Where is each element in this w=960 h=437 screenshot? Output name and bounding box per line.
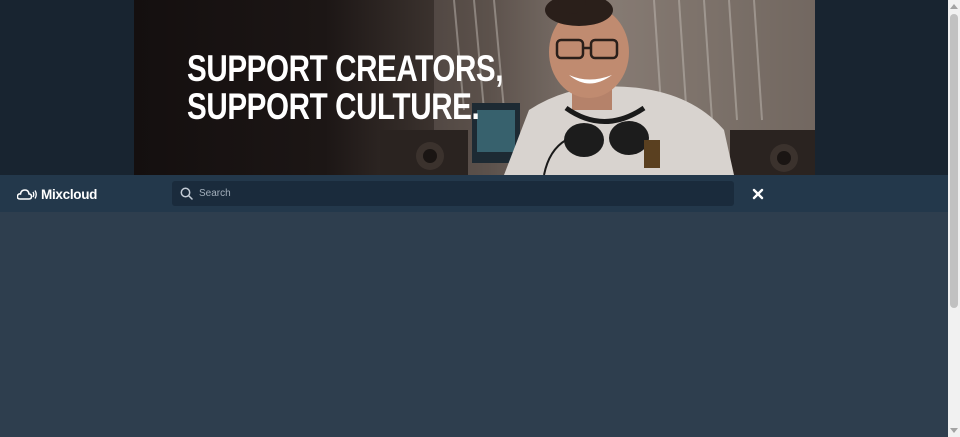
banner-headline: SUPPORT CREATORS, SUPPORT CULTURE. <box>187 48 504 127</box>
banner-headline-line1: SUPPORT CREATORS, <box>187 48 504 89</box>
banner-row: SUPPORT CREATORS, SUPPORT CULTURE. <box>0 0 948 175</box>
search-box[interactable] <box>172 181 734 206</box>
scroll-down-arrow-icon[interactable] <box>950 428 958 433</box>
banner-headline-line2: SUPPORT CULTURE. <box>187 86 480 127</box>
search-icon <box>180 187 193 200</box>
scrollbar-thumb[interactable] <box>950 14 958 308</box>
mixcloud-logo[interactable]: Mixcloud <box>17 185 97 203</box>
vertical-scrollbar[interactable] <box>948 0 960 437</box>
page: SUPPORT CREATORS, SUPPORT CULTURE. Mixcl… <box>0 0 948 437</box>
search-input[interactable] <box>199 181 719 206</box>
main-content <box>0 212 948 437</box>
scroll-up-arrow-icon[interactable] <box>950 4 958 9</box>
logo-text: Mixcloud <box>41 186 98 202</box>
top-navbar: Mixcloud <box>0 175 948 212</box>
close-icon[interactable] <box>751 187 765 201</box>
promo-banner[interactable]: SUPPORT CREATORS, SUPPORT CULTURE. <box>134 0 815 175</box>
cloud-waves-icon <box>17 189 37 200</box>
